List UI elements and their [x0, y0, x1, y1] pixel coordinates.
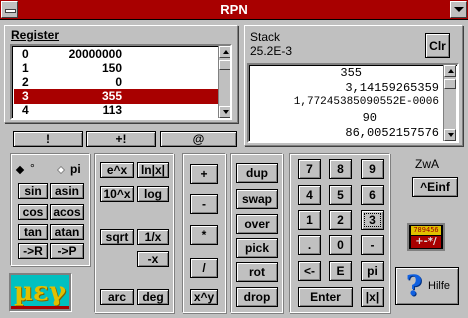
- stack-heading: Stack: [250, 30, 281, 44]
- pick-button[interactable]: pick: [236, 238, 278, 258]
- register-scrollbar[interactable]: [218, 46, 230, 118]
- to-rect-button[interactable]: ->R: [18, 243, 48, 259]
- add-button[interactable]: +: [190, 164, 218, 184]
- key-5[interactable]: 5: [329, 185, 352, 205]
- register-row-4[interactable]: 4 113: [14, 103, 226, 118]
- negate-button[interactable]: -x: [137, 251, 169, 267]
- stack-display: 25.2E-3: [250, 44, 293, 58]
- scroll-thumb[interactable]: [219, 60, 230, 70]
- operator-pad-top: 789456: [411, 226, 441, 235]
- stack-list[interactable]: 355 3,14159265359 1,77245385090552E-0006…: [247, 63, 459, 143]
- key-3[interactable]: 3: [361, 210, 384, 230]
- key-1[interactable]: 1: [298, 210, 321, 230]
- register-row-1[interactable]: 1 150: [14, 61, 226, 76]
- recall-register-button[interactable]: @: [160, 131, 237, 147]
- key-7[interactable]: 7: [298, 159, 321, 179]
- stack-item: 3,14159265359: [345, 81, 439, 95]
- zwa-label: ZwA: [415, 157, 439, 171]
- acos-button[interactable]: acos: [50, 204, 84, 220]
- help-icon: ?: [405, 269, 423, 302]
- abs-button[interactable]: |x|: [361, 287, 384, 307]
- arc-button[interactable]: arc: [100, 289, 134, 305]
- key-8[interactable]: 8: [329, 159, 352, 179]
- stack-item: 86,0052157576: [345, 126, 439, 140]
- scroll-up-icon[interactable]: [444, 65, 456, 77]
- scroll-thumb[interactable]: [444, 79, 456, 89]
- minimize-button[interactable]: [450, 1, 467, 18]
- key-4[interactable]: 4: [298, 185, 321, 205]
- atan-button[interactable]: atan: [50, 224, 84, 240]
- register-panel: Register 0 20000000 1 150 2 0 3 355 4 11…: [4, 25, 238, 123]
- register-row-2[interactable]: 2 0: [14, 75, 226, 90]
- sqrt-button[interactable]: sqrt: [100, 229, 134, 245]
- help-button[interactable]: ? Hilfe: [395, 267, 459, 305]
- help-label: Hilfe: [428, 280, 451, 292]
- stack-panel: Stack 25.2E-3 Clr 355 3,14159265359 1,77…: [244, 25, 463, 146]
- pi-label: pi: [70, 162, 81, 176]
- cos-button[interactable]: cos: [18, 204, 48, 220]
- pow10-button[interactable]: 10^x: [100, 186, 134, 202]
- stack-item: 90: [362, 111, 377, 125]
- pi-button[interactable]: pi: [361, 261, 384, 281]
- key-point[interactable]: .: [298, 235, 321, 255]
- swap-button[interactable]: swap: [236, 189, 278, 209]
- sin-button[interactable]: sin: [18, 183, 48, 199]
- reciprocal-button[interactable]: 1/x: [137, 229, 169, 245]
- over-button[interactable]: over: [236, 214, 278, 234]
- operator-pad-icon[interactable]: 789456 +-*/: [407, 223, 445, 251]
- multiply-button[interactable]: *: [190, 225, 218, 245]
- exponent-button[interactable]: E: [329, 261, 352, 281]
- add-store-register-button[interactable]: +!: [86, 131, 156, 147]
- clear-stack-button[interactable]: Clr: [425, 33, 450, 58]
- store-register-button[interactable]: !: [13, 131, 83, 147]
- divide-button[interactable]: /: [190, 258, 218, 278]
- scroll-down-icon[interactable]: [219, 106, 230, 118]
- stack-item: 1,77245385090552E-0006: [293, 96, 439, 108]
- tan-button[interactable]: tan: [18, 224, 48, 240]
- degree-label: °: [30, 161, 35, 175]
- power-button[interactable]: x^y: [190, 289, 218, 305]
- key-2[interactable]: 2: [329, 210, 352, 230]
- key-minus[interactable]: -: [361, 235, 384, 255]
- ln-button[interactable]: ln|x|: [137, 162, 169, 178]
- title-bar: RPN: [0, 0, 468, 20]
- rot-button[interactable]: rot: [236, 262, 278, 282]
- scroll-down-icon[interactable]: [444, 129, 456, 141]
- stack-scrollbar[interactable]: [443, 65, 456, 141]
- key-6[interactable]: 6: [361, 185, 384, 205]
- key-9[interactable]: 9: [361, 159, 384, 179]
- to-polar-button[interactable]: ->P: [50, 243, 84, 259]
- register-list[interactable]: 0 20000000 1 150 2 0 3 355 4 113: [10, 44, 232, 120]
- subtract-button[interactable]: -: [190, 194, 218, 214]
- degree-radio[interactable]: [15, 165, 25, 175]
- dup-button[interactable]: dup: [236, 163, 278, 183]
- logo-underline: [11, 306, 69, 309]
- operator-pad-bottom: +-*/: [411, 236, 441, 248]
- log-button[interactable]: log: [137, 186, 169, 202]
- register-row-0[interactable]: 0 20000000: [14, 47, 226, 62]
- insert-button[interactable]: ^Einf: [412, 177, 458, 197]
- stack-item: 355: [340, 66, 362, 80]
- logo-text: µεγ: [14, 277, 66, 307]
- drop-button[interactable]: drop: [236, 287, 278, 307]
- deg-button[interactable]: deg: [137, 289, 169, 305]
- register-row-3-selected[interactable]: 3 355: [14, 89, 226, 104]
- scroll-up-icon[interactable]: [219, 46, 230, 58]
- backspace-button[interactable]: <-: [298, 261, 321, 281]
- register-heading: Register: [11, 28, 60, 42]
- window-title: RPN: [220, 2, 248, 17]
- pi-radio[interactable]: [56, 165, 66, 175]
- asin-button[interactable]: asin: [50, 183, 84, 199]
- enter-button[interactable]: Enter: [298, 287, 353, 307]
- key-0[interactable]: 0: [329, 235, 352, 255]
- exp-button[interactable]: e^x: [100, 162, 134, 178]
